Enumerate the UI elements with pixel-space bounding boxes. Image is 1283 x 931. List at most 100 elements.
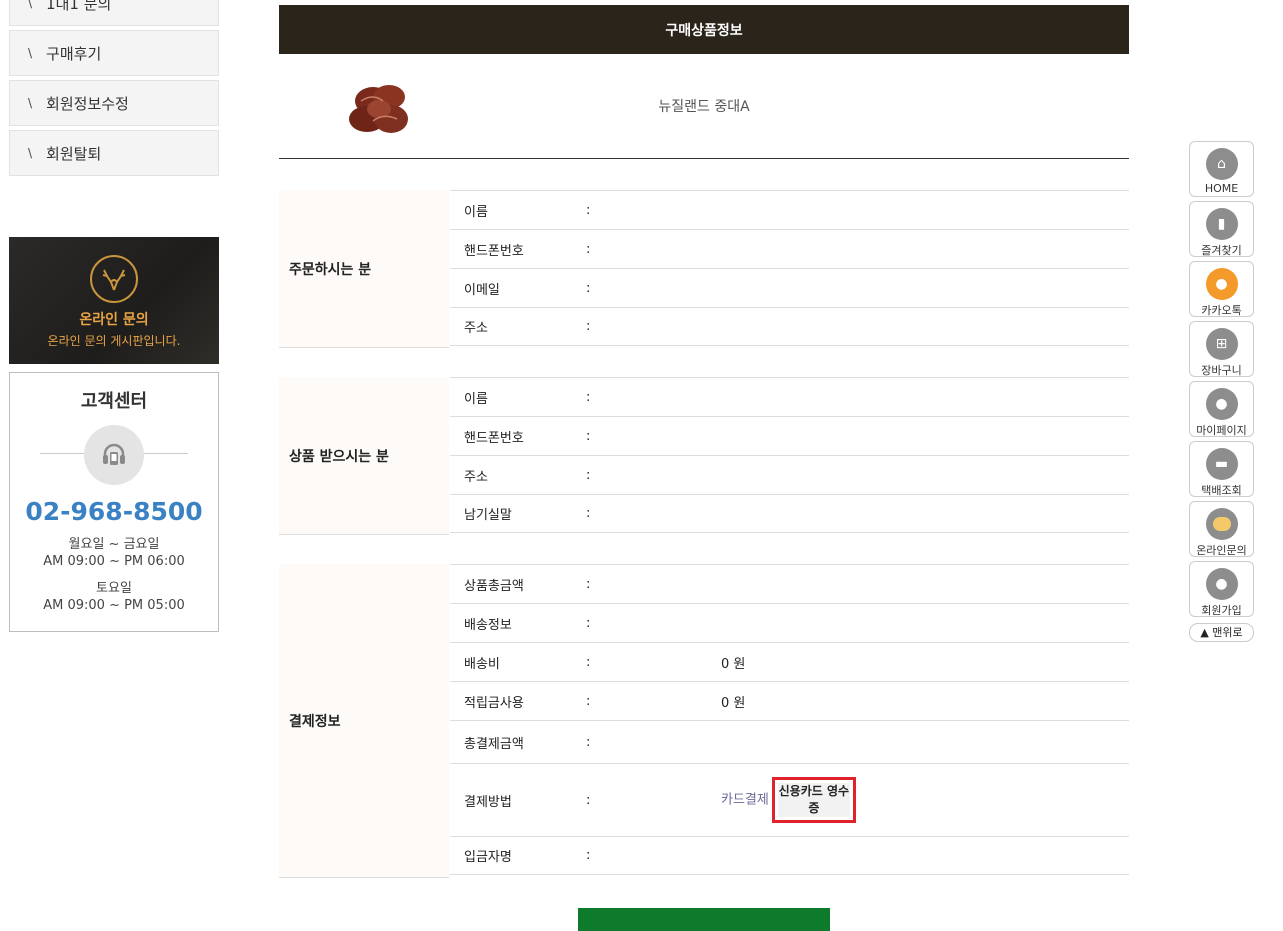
row-label: 입금자명 bbox=[464, 850, 512, 865]
quick-online-inquiry[interactable]: 온라인문의 bbox=[1189, 501, 1254, 557]
sidebar-item-label: 회원정보수정 bbox=[46, 94, 129, 113]
row-colon: : bbox=[586, 241, 591, 257]
deer-logo-icon bbox=[90, 255, 138, 303]
cs-saturday-label: 토요일 bbox=[96, 581, 132, 596]
product-image[interactable] bbox=[279, 71, 479, 141]
headset-icon bbox=[84, 425, 144, 485]
row-colon: : bbox=[586, 467, 591, 483]
confirm-button[interactable] bbox=[578, 908, 830, 931]
table-row: 입금자명 : bbox=[450, 836, 1129, 875]
row-label: 핸드폰번호 bbox=[464, 430, 524, 446]
quick-label: 카카오톡 bbox=[1201, 304, 1242, 317]
row-colon: : bbox=[586, 792, 591, 808]
order-detail: 구매상품정보 뉴질랜드 중대A bbox=[279, 5, 1129, 159]
row-colon: : bbox=[586, 615, 591, 631]
row-colon: : bbox=[586, 693, 591, 709]
quick-kakaotalk[interactable]: ● 카카오톡 bbox=[1189, 261, 1254, 317]
row-label: 배송비 bbox=[464, 656, 500, 672]
quick-label: HOME bbox=[1204, 182, 1239, 195]
row-label: 총결제금액 bbox=[464, 736, 524, 752]
cs-weekday-label: 월요일 ~ 금요일 bbox=[68, 537, 160, 552]
table-row: 결제방법 : 카드결제 신용카드 영수증 bbox=[450, 763, 1129, 836]
scroll-top-button[interactable]: ▲ 맨위로 bbox=[1189, 623, 1254, 642]
row-label: 핸드폰번호 bbox=[464, 243, 524, 259]
quick-cart[interactable]: ⊞ 장바구니 bbox=[1189, 321, 1254, 377]
add-user-icon: ● bbox=[1205, 568, 1238, 600]
online-inquiry-banner[interactable]: 온라인 문의 온라인 문의 게시판입니다. bbox=[9, 237, 219, 364]
mypage-sidebar: \ 1대1 문의 \ 구매후기 \ 회원정보수정 \ 회원탈퇴 bbox=[9, 0, 219, 180]
row-label: 주소 bbox=[464, 469, 488, 485]
banner-title: 온라인 문의 bbox=[79, 312, 149, 328]
payment-section-label: 결제정보 bbox=[279, 564, 449, 878]
product-row: 뉴질랜드 중대A bbox=[279, 54, 1129, 159]
table-row: 남기실말 : bbox=[450, 494, 1129, 533]
quick-label: 회원가입 bbox=[1201, 604, 1242, 617]
quick-mypage[interactable]: ● 마이페이지 bbox=[1189, 381, 1254, 437]
quick-menu: ⌂ HOME ▮ 즐겨찾기 ● 카카오톡 ⊞ 장바구니 ● 마이페이지 ▬ 택배… bbox=[1189, 141, 1254, 642]
sidebar-item-edit-profile[interactable]: \ 회원정보수정 bbox=[9, 80, 219, 126]
orderer-section-label: 주문하시는 분 bbox=[279, 190, 449, 348]
product-section-header: 구매상품정보 bbox=[279, 5, 1129, 54]
row-colon: : bbox=[586, 319, 591, 334]
sidebar-item-label: 1대1 문의 bbox=[46, 0, 112, 13]
row-colon: : bbox=[586, 428, 591, 444]
cs-saturday-hours: AM 09:00 ~ PM 05:00 bbox=[43, 598, 185, 613]
table-row: 주소 : bbox=[450, 455, 1129, 494]
row-label: 이름 bbox=[464, 391, 488, 407]
table-row: 주소 : bbox=[450, 307, 1129, 346]
row-colon: : bbox=[586, 202, 591, 218]
bookmark-icon: ▮ bbox=[1205, 208, 1238, 240]
table-row: 핸드폰번호 : bbox=[450, 229, 1129, 268]
row-label: 배송정보 bbox=[464, 617, 512, 633]
table-row: 상품총금액 : bbox=[450, 564, 1129, 603]
card-receipt-button-label: 신용카드 영수증 bbox=[777, 783, 850, 817]
user-icon: ● bbox=[1205, 388, 1238, 420]
quick-label: 온라인문의 bbox=[1196, 544, 1247, 557]
chevron-icon: \ bbox=[28, 46, 33, 60]
row-label: 이메일 bbox=[464, 282, 500, 298]
sidebar-item-review[interactable]: \ 구매후기 bbox=[9, 30, 219, 76]
sidebar-item-label: 회원탈퇴 bbox=[46, 144, 102, 163]
quick-signup[interactable]: ● 회원가입 bbox=[1189, 561, 1254, 617]
quick-label: 마이페이지 bbox=[1196, 424, 1247, 437]
row-label: 이름 bbox=[464, 204, 488, 220]
row-colon: : bbox=[586, 734, 591, 750]
cs-title: 고객센터 bbox=[80, 391, 148, 412]
quick-delivery[interactable]: ▬ 택배조회 bbox=[1189, 441, 1254, 497]
sidebar-item-withdraw[interactable]: \ 회원탈퇴 bbox=[9, 130, 219, 176]
payment-rows: 상품총금액 : 배송정보 : 배송비 : 0 원 적립금사용 : 0 원 총결제… bbox=[450, 564, 1129, 875]
row-colon: : bbox=[586, 654, 591, 670]
sidebar-item-inquiry[interactable]: \ 1대1 문의 bbox=[9, 0, 219, 26]
cs-weekday-hours: AM 09:00 ~ PM 06:00 bbox=[43, 554, 185, 569]
cart-icon: ⊞ bbox=[1205, 328, 1238, 360]
row-value: 0 원 bbox=[721, 656, 746, 672]
quick-bookmark[interactable]: ▮ 즐겨찾기 bbox=[1189, 201, 1254, 257]
row-label: 남기실말 bbox=[464, 508, 512, 523]
table-row: 총결제금액 : bbox=[450, 720, 1129, 763]
chevron-icon: \ bbox=[28, 96, 33, 110]
row-label: 결제방법 bbox=[464, 794, 512, 810]
table-row: 배송비 : 0 원 bbox=[450, 642, 1129, 681]
table-row: 적립금사용 : 0 원 bbox=[450, 681, 1129, 720]
table-row: 핸드폰번호 : bbox=[450, 416, 1129, 455]
product-name[interactable]: 뉴질랜드 중대A bbox=[479, 96, 1129, 116]
kakao-icon: ● bbox=[1205, 268, 1238, 300]
cs-phone-number: 02-968-8500 bbox=[25, 497, 203, 526]
receiver-rows: 이름 : 핸드폰번호 : 주소 : 남기실말 : bbox=[450, 377, 1129, 533]
row-label: 상품총금액 bbox=[464, 578, 524, 594]
table-row: 배송정보 : bbox=[450, 603, 1129, 642]
chevron-icon: \ bbox=[28, 0, 33, 10]
row-colon: : bbox=[586, 389, 591, 405]
row-value: 카드결제 신용카드 영수증 bbox=[721, 777, 1129, 823]
quick-label: 즐겨찾기 bbox=[1201, 244, 1242, 257]
table-row: 이름 : bbox=[450, 377, 1129, 416]
row-label: 적립금사용 bbox=[464, 695, 524, 711]
payment-method-value: 카드결제 bbox=[721, 792, 769, 808]
banner-subtitle: 온라인 문의 게시판입니다. bbox=[47, 334, 181, 348]
card-receipt-button[interactable]: 신용카드 영수증 bbox=[771, 777, 856, 823]
table-row: 이메일 : bbox=[450, 268, 1129, 307]
chat-icon bbox=[1205, 508, 1238, 540]
chevron-icon: \ bbox=[28, 146, 33, 160]
quick-home[interactable]: ⌂ HOME bbox=[1189, 141, 1254, 197]
sidebar-item-label: 구매후기 bbox=[46, 44, 102, 63]
